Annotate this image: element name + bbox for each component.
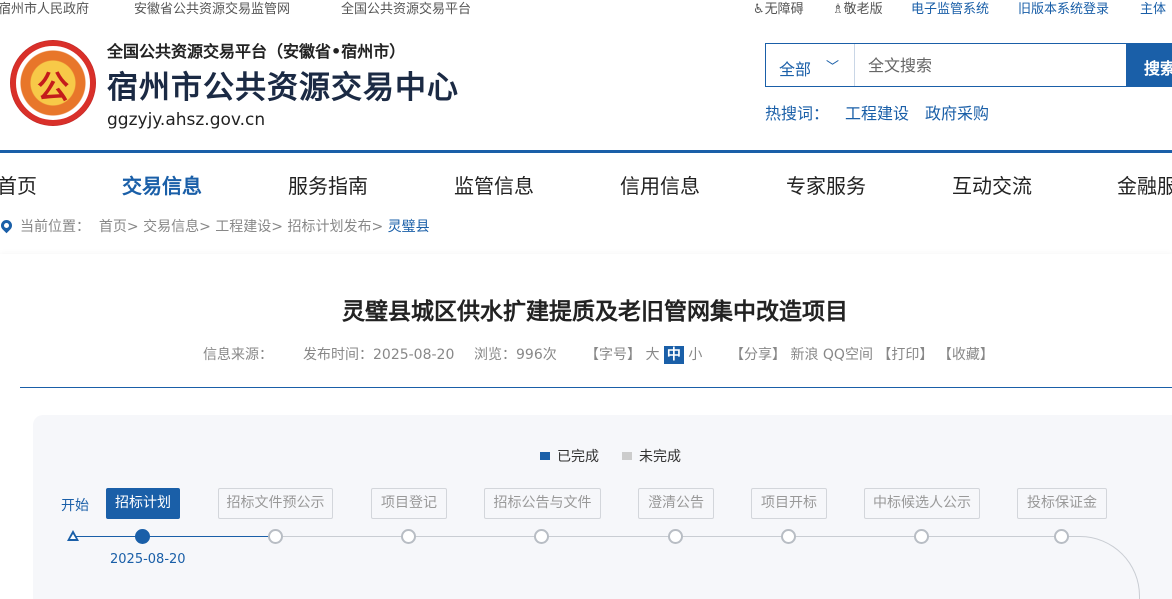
step-project-register[interactable]: 项目登记 — [371, 488, 447, 519]
legend-done: 已完成 — [540, 446, 599, 466]
step-clarification[interactable]: 澄清公告 — [638, 488, 714, 519]
nav-service-guide[interactable]: 服务指南 — [288, 170, 368, 199]
node-bid-plan — [135, 529, 150, 544]
breadcrumb-path[interactable]: 首页> 交易信息> 工程建设> 招标计划发布> — [99, 219, 383, 235]
search-scope-value: 全部 — [779, 60, 812, 79]
legend-todo-swatch — [622, 452, 632, 460]
nav-interaction[interactable]: 互动交流 — [952, 170, 1032, 199]
step-bid-plan[interactable]: 招标计划 — [106, 488, 180, 519]
header-subtitle: 全国公共资源交易平台（安徽省•宿州市） — [107, 42, 406, 61]
hot-word-engineering[interactable]: 工程建设 — [845, 104, 909, 123]
logo-glyph: 公 — [36, 68, 69, 106]
breadcrumb-current: 灵璧县 — [387, 219, 430, 235]
node-bid-bond — [1054, 529, 1069, 544]
link-national-platform[interactable]: 全国公共资源交易平台 — [341, 0, 471, 17]
hot-search-label: 热搜词： — [765, 104, 830, 123]
step-bid-bond[interactable]: 投标保证金 — [1017, 488, 1107, 519]
font-size-large[interactable]: 大 — [645, 347, 659, 363]
share-qzone[interactable]: QQ空间 — [823, 347, 873, 363]
node-project-register — [401, 529, 416, 544]
font-size-medium[interactable]: 中 — [663, 346, 684, 364]
center-logo[interactable]: 公 — [10, 40, 96, 126]
node-candidate-notice — [914, 529, 929, 544]
track-done — [74, 536, 272, 537]
breadcrumb: 当前位置： 首页> 交易信息> 工程建设> 招标计划发布> 灵璧县 — [0, 216, 430, 236]
search-scope-select[interactable]: 全部 ﹀ — [766, 44, 855, 86]
nav-finance[interactable]: 金融服务 — [1117, 170, 1172, 199]
link-entity[interactable]: 主体 — [1140, 0, 1166, 17]
step-doc-preannounce[interactable]: 招标文件预公示 — [218, 488, 333, 519]
legend-done-swatch — [540, 452, 550, 460]
legend-todo: 未完成 — [622, 446, 681, 466]
breadcrumb-label: 当前位置： — [20, 219, 90, 235]
search-input[interactable] — [856, 44, 1126, 86]
view-count: 浏览：996次 — [474, 347, 557, 363]
nav-trade-info[interactable]: 交易信息 — [122, 170, 202, 199]
nav-credit[interactable]: 信用信息 — [620, 170, 700, 199]
nav-supervision[interactable]: 监管信息 — [454, 170, 534, 199]
link-suzhou-gov[interactable]: 宿州市人民政府 — [0, 0, 89, 17]
font-size-label: 【字号】 — [585, 347, 641, 363]
nav-divider — [0, 150, 1172, 153]
site-domain: ggzyjy.ahsz.gov.cn — [107, 110, 266, 130]
hot-word-procurement[interactable]: 政府采购 — [925, 104, 989, 123]
link-old-system-login[interactable]: 旧版本系统登录 — [1018, 0, 1109, 17]
process-panel — [33, 415, 1172, 599]
article-title: 灵璧县城区供水扩建提质及老旧管网集中改造项目 — [342, 299, 848, 325]
node-clarification — [668, 529, 683, 544]
location-pin-icon — [0, 217, 15, 234]
accessibility-icon: ♿ — [753, 2, 765, 17]
share-controls: 【分享】 新浪 QQ空间 【打印】 【收藏】 — [730, 344, 994, 364]
node-bid-opening — [781, 529, 796, 544]
elder-icon: ♗ — [832, 2, 844, 17]
share-weibo[interactable]: 新浪 — [790, 347, 818, 363]
publish-time: 发布时间：2025-08-20 — [303, 347, 455, 363]
print-button[interactable]: 【打印】 — [877, 347, 933, 363]
share-label: 【分享】 — [730, 347, 786, 363]
link-anhui-supervision[interactable]: 安徽省公共资源交易监管网 — [134, 0, 290, 17]
step-candidate-notice[interactable]: 中标候选人公示 — [864, 488, 980, 519]
font-size-control: 【字号】 大 中 小 — [585, 344, 702, 364]
search-button[interactable]: 搜索 — [1126, 43, 1172, 87]
step-date: 2025-08-20 — [110, 552, 186, 567]
step-bid-opening[interactable]: 项目开标 — [751, 488, 827, 519]
elder-mode-link[interactable]: ♗敬老版 — [832, 0, 883, 17]
accessibility-link[interactable]: ♿无障碍 — [753, 0, 804, 17]
top-utility-bar: 宿州市人民政府 安徽省公共资源交易监管网 全国公共资源交易平台 ♿无障碍 ♗敬老… — [0, 0, 1172, 18]
node-bid-notice — [534, 529, 549, 544]
node-doc-preannounce — [268, 529, 283, 544]
chevron-down-icon: ﹀ — [826, 60, 840, 75]
site-title: 宿州市公共资源交易中心 — [107, 70, 459, 106]
start-marker-icon — [67, 530, 79, 541]
info-source: 信息来源： — [203, 347, 273, 363]
step-bid-notice[interactable]: 招标公告与文件 — [484, 488, 601, 519]
font-size-small[interactable]: 小 — [688, 347, 702, 363]
nav-home[interactable]: 首页 — [0, 170, 37, 199]
article-divider — [20, 387, 1172, 388]
hot-search: 热搜词： 工程建设 政府采购 — [765, 100, 1005, 124]
search-box: 全部 ﹀ 搜索 — [765, 43, 1172, 87]
nav-expert[interactable]: 专家服务 — [786, 170, 866, 199]
favorite-button[interactable]: 【收藏】 — [938, 347, 994, 363]
link-e-supervision[interactable]: 电子监管系统 — [911, 0, 989, 17]
process-start: 开始 — [61, 498, 89, 514]
